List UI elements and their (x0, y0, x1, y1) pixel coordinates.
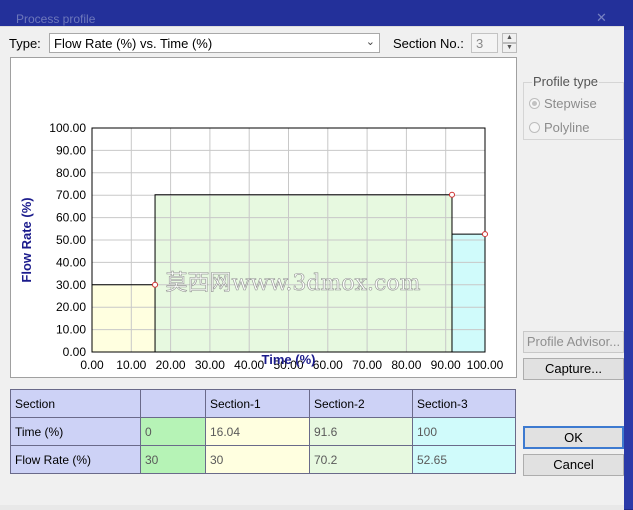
status-strip (0, 505, 624, 510)
profile-chart: 0.00 10.00 20.00 30.00 40.00 50.00 60.00 70.00 8… (19, 121, 504, 372)
type-dropdown-value: Flow Rate (%) vs. Time (%) (54, 36, 213, 51)
data-point-marker (448, 191, 455, 198)
x-tick-label: 0.00 (80, 358, 104, 372)
spin-up-icon[interactable]: ▲ (502, 33, 517, 43)
y-tick-label: 50.00 (56, 233, 86, 247)
y-tick-label: 100.00 (49, 121, 86, 135)
x-tick-label: 60.00 (313, 358, 343, 372)
type-label: Type: (9, 36, 41, 51)
y-tick-label: 10.00 (56, 323, 86, 337)
section-fill (92, 284, 156, 352)
row-label-time: Time (%) (10, 417, 141, 446)
table-cell[interactable]: 0 (140, 417, 206, 446)
profile-type-title: Profile type (532, 74, 600, 89)
table-cell[interactable]: 91.6 (309, 417, 413, 446)
data-point-marker (152, 281, 159, 288)
table-cell[interactable]: 16.04 (205, 417, 310, 446)
polyline-radio[interactable] (529, 122, 540, 133)
stepwise-radio[interactable] (529, 98, 540, 109)
x-tick-label: 70.00 (352, 358, 382, 372)
x-tick-label: 80.00 (391, 358, 421, 372)
y-tick-label: 90.00 (56, 143, 86, 157)
y-tick-label: 40.00 (56, 255, 86, 269)
data-point-marker (482, 231, 488, 238)
table-cell[interactable]: 70.2 (309, 445, 413, 474)
table-header-row: Section Section-1 Section-2 Section-3 (10, 389, 516, 418)
y-tick-label: 30.00 (56, 278, 86, 292)
table-header-cell: Section (10, 389, 141, 418)
x-tick-label: 40.00 (234, 358, 264, 372)
profile-type-group: Profile type Stepwise Polyline (523, 74, 624, 140)
profile-advisor-button[interactable]: Profile Advisor... (523, 331, 624, 353)
table-row: Time (%) 0 16.04 91.6 100 (10, 417, 516, 446)
x-tick-label: 30.00 (195, 358, 225, 372)
y-tick-label: 0.00 (63, 345, 87, 359)
row-label-flow-rate: Flow Rate (%) (10, 445, 141, 474)
table-row: Flow Rate (%) 30 30 70.2 52.65 (10, 445, 516, 474)
spin-down-icon[interactable]: ▼ (502, 43, 517, 53)
background-window-edge (624, 30, 633, 509)
table-cell[interactable]: 52.65 (412, 445, 516, 474)
table-header-cell: Section-3 (412, 389, 516, 418)
table-header-cell: Section-2 (309, 389, 413, 418)
x-tick-label: 100.00 (467, 358, 504, 372)
background-window-title: Process profile (16, 12, 96, 26)
watermark-text: 莫西网www.3dmox.com (166, 271, 421, 296)
x-tick-label: 10.00 (116, 358, 146, 372)
ok-button[interactable]: OK (523, 426, 624, 449)
type-dropdown[interactable]: Flow Rate (%) vs. Time (%) ⌄ (49, 33, 380, 53)
profile-chart-panel: 0.00 10.00 20.00 30.00 40.00 50.00 60.00 70.00 8… (10, 57, 517, 378)
y-tick-label: 60.00 (56, 211, 86, 225)
stepwise-label: Stepwise (544, 96, 597, 111)
y-axis-title: Flow Rate (%) (19, 197, 34, 282)
y-tick-label: 70.00 (56, 188, 86, 202)
x-tick-label: 20.00 (156, 358, 186, 372)
table-header-cell: Section-1 (205, 389, 310, 418)
table-header-cell (140, 389, 206, 418)
section-table: Section Section-1 Section-2 Section-3 Ti… (10, 389, 516, 474)
background-close-icon[interactable]: ✕ (596, 10, 607, 26)
table-cell[interactable]: 30 (140, 445, 206, 474)
chevron-down-icon[interactable]: ⌄ (366, 35, 375, 48)
y-tick-label: 80.00 (56, 166, 86, 180)
y-tick-label: 20.00 (56, 300, 86, 314)
table-cell[interactable]: 100 (412, 417, 516, 446)
section-no-label: Section No.: (393, 36, 464, 51)
section-no-input[interactable]: 3 (471, 33, 498, 53)
polyline-label: Polyline (544, 120, 590, 135)
cancel-button[interactable]: Cancel (523, 454, 624, 476)
section-fill (451, 234, 485, 352)
x-tick-label: 90.00 (431, 358, 461, 372)
table-cell[interactable]: 30 (205, 445, 310, 474)
x-axis-title: Time (%) (262, 352, 316, 367)
capture-button[interactable]: Capture... (523, 358, 624, 380)
flow-rate-profile-dialog: Type: Flow Rate (%) vs. Time (%) ⌄ Secti… (0, 26, 624, 510)
